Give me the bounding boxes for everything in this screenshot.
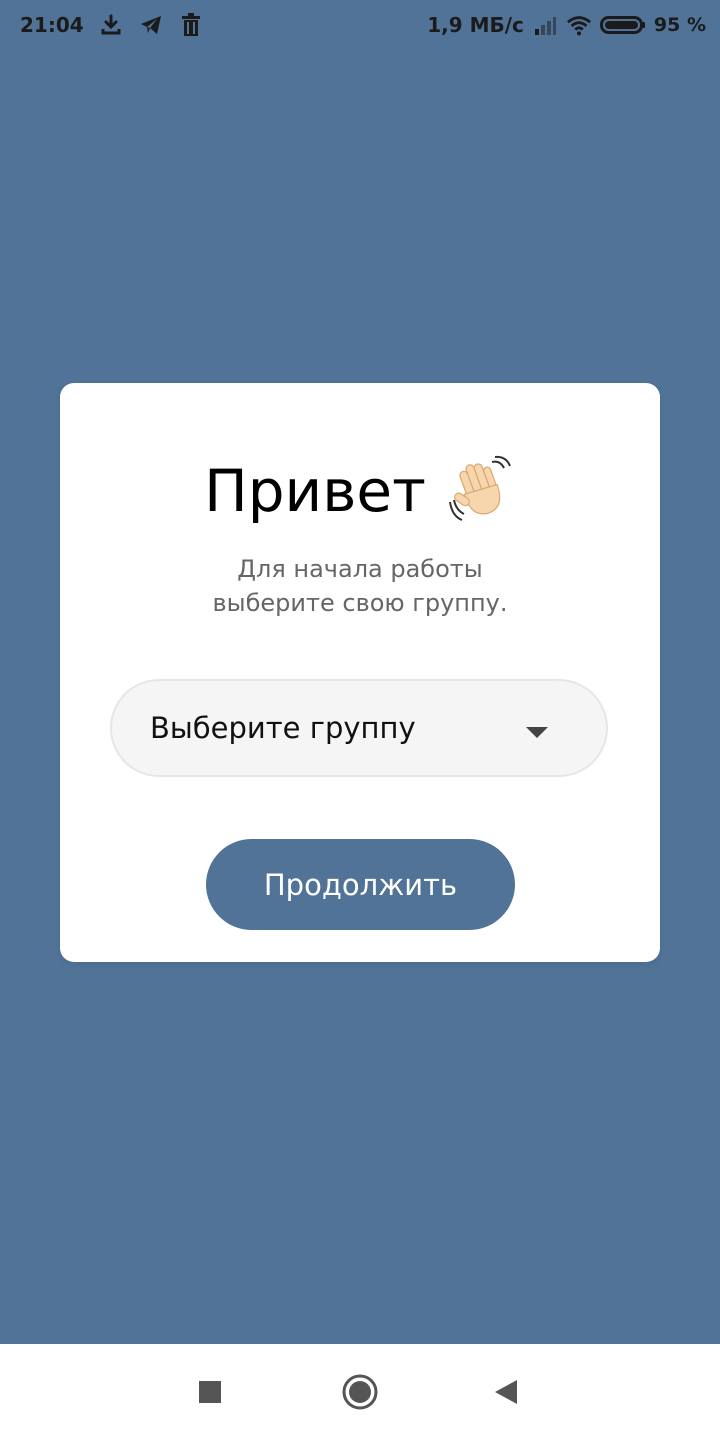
status-bar: 21:04 1,9 МБ/с 95 % <box>0 0 720 54</box>
chevron-down-icon <box>526 727 548 738</box>
subtitle: Для начала работы выберите свою группу. <box>0 552 720 620</box>
network-speed: 1,9 МБ/с <box>427 13 524 37</box>
back-icon[interactable] <box>486 1372 526 1412</box>
status-time: 21:04 <box>20 13 84 37</box>
waving-hand-icon <box>448 454 516 522</box>
page-title: Привет <box>204 457 426 525</box>
subtitle-line-1: Для начала работы <box>237 555 483 583</box>
download-icon <box>98 12 124 38</box>
system-nav-bar <box>0 1344 720 1440</box>
subtitle-line-2: выберите свою группу. <box>212 589 508 617</box>
recents-icon[interactable] <box>190 1372 230 1412</box>
trash-icon <box>178 12 204 38</box>
signal-icon <box>532 12 558 38</box>
group-select-dropdown[interactable]: Выберите группу <box>110 679 608 777</box>
battery-percent: 95 % <box>653 14 706 36</box>
home-icon[interactable] <box>340 1372 380 1412</box>
wifi-icon <box>566 12 592 38</box>
status-left: 21:04 <box>20 12 204 38</box>
group-select-value: Выберите группу <box>150 711 416 745</box>
telegram-icon <box>138 12 164 38</box>
status-right: 1,9 МБ/с 95 % <box>427 12 706 38</box>
title-row: Привет <box>0 448 720 534</box>
battery-icon <box>599 12 646 38</box>
continue-button[interactable]: Продолжить <box>206 839 515 930</box>
